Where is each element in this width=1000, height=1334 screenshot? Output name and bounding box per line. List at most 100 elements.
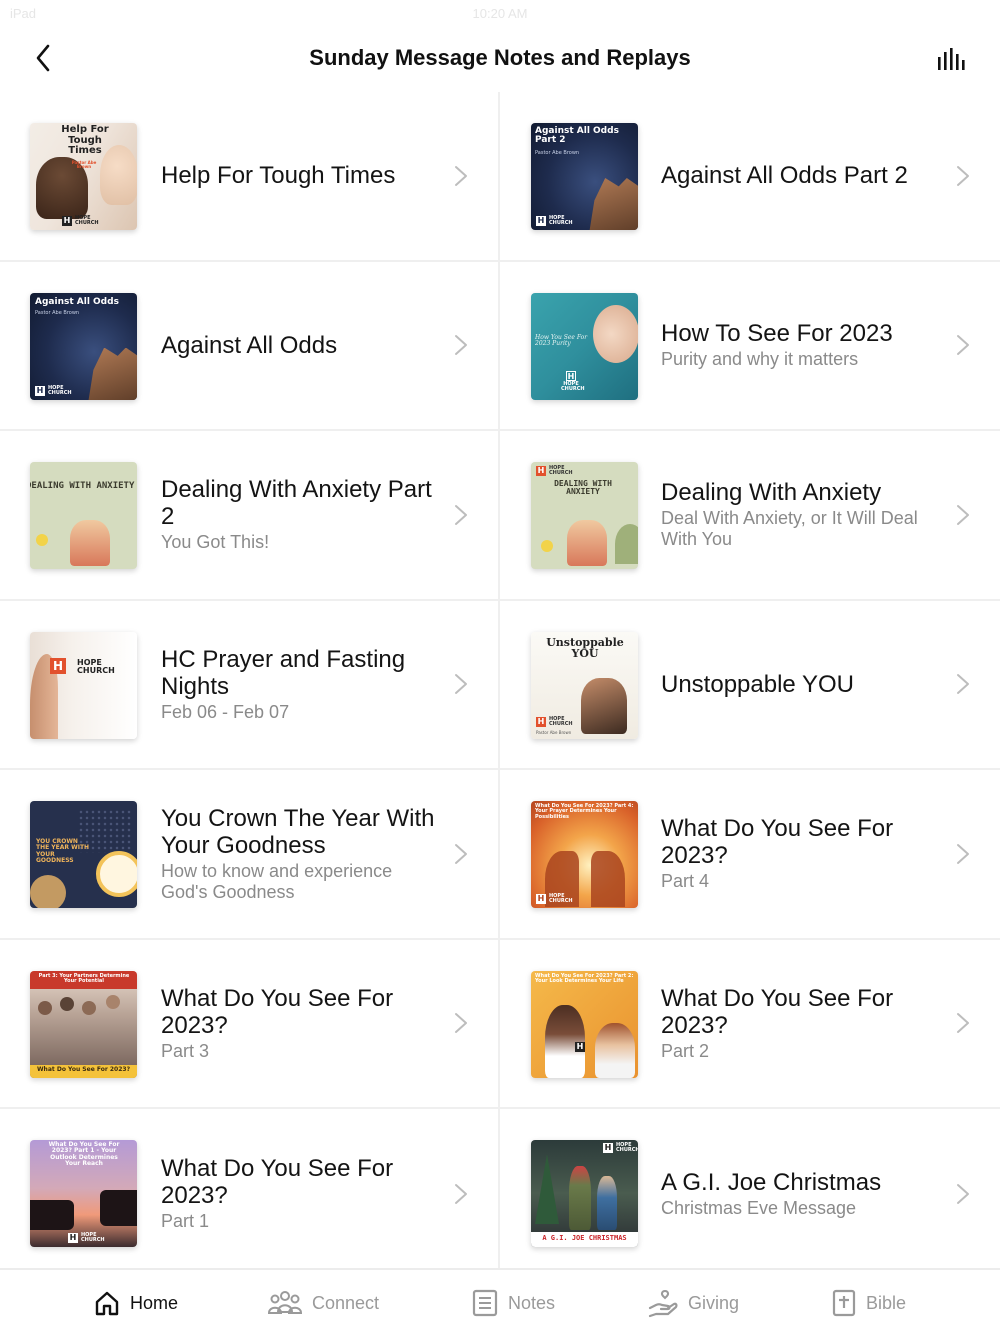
hope-church-logo: H HOPE CHURCH bbox=[536, 215, 573, 226]
hope-church-logo: H HOPE CHURCH bbox=[35, 384, 72, 396]
message-text: What Do You See For 2023? Part 1 bbox=[161, 1109, 438, 1279]
message-thumbnail: What Do You See For 2023? Part 1 - Your … bbox=[30, 1140, 137, 1247]
message-thumbnail: YOU CROWN THE YEAR WITH YOUR GOODNESS bbox=[30, 801, 137, 908]
message-grid: Help For Tough Times Pastor Abe Brown H … bbox=[0, 92, 1000, 1279]
message-subtitle: Part 4 bbox=[661, 871, 710, 892]
chevron-right-icon bbox=[455, 674, 467, 695]
message-card-how-to-see-for-2023[interactable]: How You See For 2023 Purity H HOPE CHURC… bbox=[500, 262, 1000, 431]
message-card-what-do-you-see-part-3[interactable]: Part 3: Your Partners Determine Your Pot… bbox=[0, 939, 500, 1109]
thumbnail-text: YOU CROWN THE YEAR WITH YOUR GOODNESS bbox=[36, 838, 90, 864]
message-card-what-do-you-see-part-4[interactable]: What Do You See For 2023? Part 4: Your P… bbox=[500, 770, 1000, 940]
chevron-right-icon bbox=[455, 504, 467, 525]
hope-church-logo: H HOPE CHURCH bbox=[536, 893, 573, 904]
message-title: What Do You See For 2023? bbox=[161, 984, 394, 1039]
message-thumbnail: Part 3: Your Partners Determine Your Pot… bbox=[30, 970, 137, 1078]
message-card-dealing-with-anxiety[interactable]: H HOPE CHURCH DEALING WITH ANXIETY Deali… bbox=[500, 431, 1000, 601]
hope-church-logo: H HOPE CHURCH bbox=[536, 465, 573, 476]
thumbnail-text: Help For Tough Times bbox=[61, 124, 109, 156]
chevron-right-icon bbox=[455, 165, 467, 186]
chevron-right-icon bbox=[957, 335, 969, 356]
message-subtitle: Part 2 bbox=[661, 1040, 710, 1061]
chevron-right-icon bbox=[455, 1183, 467, 1204]
hope-church-logo: H HOPE CHURCH bbox=[536, 715, 573, 727]
hope-church-logo: H HOPE CHURCH bbox=[603, 1142, 638, 1153]
message-thumbnail: What Do You See For 2023? Part 2: Your L… bbox=[531, 970, 638, 1078]
message-subtitle: Deal With Anxiety, or It Will Deal With … bbox=[661, 508, 918, 550]
message-thumbnail: Against All Odds Part 2 Pastor Abe Brown… bbox=[531, 123, 638, 230]
message-title: Dealing With Anxiety Part 2 bbox=[161, 476, 432, 531]
tab-connect[interactable]: Connect bbox=[268, 1270, 379, 1334]
chevron-right-icon bbox=[957, 165, 969, 186]
message-title: What Do You See For 2023? bbox=[661, 815, 894, 870]
people-icon bbox=[268, 1291, 302, 1314]
message-thumbnail: Unstoppable YOU H HOPE CHURCH Pastor Abe… bbox=[531, 631, 638, 739]
chevron-right-icon bbox=[455, 335, 467, 356]
thumbnail-text: Unstoppable YOU bbox=[546, 635, 624, 661]
message-subtitle: Purity and why it matters bbox=[661, 349, 859, 370]
tab-home[interactable]: Home bbox=[94, 1270, 178, 1334]
message-thumbnail: Help For Tough Times Pastor Abe Brown H … bbox=[30, 123, 137, 230]
message-thumbnail: H HOPE CHURCH bbox=[30, 631, 137, 739]
audio-bars-icon bbox=[938, 48, 965, 70]
message-text: Against All Odds bbox=[161, 262, 438, 430]
message-subtitle: Christmas Eve Message bbox=[661, 1197, 857, 1218]
message-card-help-for-tough-times[interactable]: Help For Tough Times Pastor Abe Brown H … bbox=[0, 92, 500, 262]
thumbnail-text: DEALING WITH ANXIETY bbox=[554, 479, 612, 497]
audio-bars-button[interactable] bbox=[936, 44, 970, 74]
message-card-hc-prayer-and-fasting-nights[interactable]: H HOPE CHURCH HC Prayer and Fasting Nigh… bbox=[0, 600, 500, 770]
message-title: What Do You See For 2023? bbox=[161, 1155, 394, 1210]
tab-giving[interactable]: Giving bbox=[648, 1270, 739, 1334]
message-subtitle: Part 1 bbox=[161, 1211, 210, 1232]
thumbnail-pastor: Pastor Abe Brown bbox=[535, 150, 580, 156]
thumbnail-text: What Do You See For 2023? Part 2: Your L… bbox=[535, 972, 634, 984]
message-card-against-all-odds[interactable]: Against All Odds Pastor Abe Brown H HOPE… bbox=[0, 261, 500, 431]
thumbnail-pastor: Pastor Abe Brown bbox=[35, 309, 80, 316]
message-title: You Crown The Year With Your Goodness bbox=[161, 804, 435, 859]
message-text: Help For Tough Times bbox=[161, 92, 438, 260]
status-bar: iPad 10:20 AM bbox=[0, 0, 1000, 28]
hope-church-logo: H HOPE CHURCH bbox=[561, 370, 585, 392]
message-text: How To See For 2023 Purity and why it ma… bbox=[661, 262, 940, 430]
thumbnail-text: How You See For 2023 Purity bbox=[535, 333, 588, 347]
message-title: A G.I. Joe Christmas bbox=[661, 1168, 882, 1196]
message-text: Dealing With Anxiety Part 2 You Got This… bbox=[161, 431, 438, 599]
home-icon bbox=[95, 1291, 119, 1316]
message-text: HC Prayer and Fasting Nights Feb 06 - Fe… bbox=[161, 601, 438, 769]
hope-church-logo: H HOPE CHURCH bbox=[68, 1232, 105, 1243]
message-text: What Do You See For 2023? Part 3 bbox=[161, 940, 438, 1108]
bible-icon bbox=[832, 1289, 856, 1317]
message-card-dealing-with-anxiety-part-2[interactable]: DEALING WITH ANXIETY Dealing With Anxiet… bbox=[0, 431, 500, 601]
thumbnail-pastor: Pastor Abe Brown bbox=[71, 160, 97, 170]
message-card-what-do-you-see-part-1[interactable]: What Do You See For 2023? Part 1 - Your … bbox=[0, 1109, 500, 1279]
thumbnail-pastor: Pastor Abe Brown bbox=[536, 730, 572, 736]
message-card-gi-joe-christmas[interactable]: H HOPE CHURCH A G.I. JOE CHRISTMAS A G.I… bbox=[500, 1109, 1000, 1279]
thumbnail-text: Against All Odds bbox=[35, 296, 119, 307]
tab-bible[interactable]: Bible bbox=[832, 1270, 906, 1334]
message-text: Against All Odds Part 2 bbox=[661, 92, 940, 260]
message-text: Dealing With Anxiety Deal With Anxiety, … bbox=[661, 431, 940, 599]
message-text: A G.I. Joe Christmas Christmas Eve Messa… bbox=[661, 1109, 940, 1279]
message-subtitle: How to know and experience God's Goodnes… bbox=[161, 860, 393, 902]
message-card-unstoppable-you[interactable]: Unstoppable YOU H HOPE CHURCH Pastor Abe… bbox=[500, 601, 1000, 770]
thumbnail-text: Against All Odds Part 2 bbox=[535, 126, 619, 146]
message-thumbnail: DEALING WITH ANXIETY bbox=[30, 462, 137, 569]
message-card-what-do-you-see-part-2[interactable]: What Do You See For 2023? Part 2: Your L… bbox=[500, 940, 1000, 1109]
message-title: Against All Odds bbox=[161, 331, 338, 359]
message-title: HC Prayer and Fasting Nights bbox=[161, 645, 406, 700]
thumbnail-text: Part 3: Your Partners Determine Your Pot… bbox=[38, 972, 130, 984]
tab-notes[interactable]: Notes bbox=[472, 1270, 555, 1334]
message-title: Unstoppable YOU bbox=[661, 670, 855, 698]
notes-icon bbox=[472, 1289, 498, 1317]
message-card-against-all-odds-part-2[interactable]: Against All Odds Part 2 Pastor Abe Brown… bbox=[500, 92, 1000, 262]
message-card-you-crown-the-year[interactable]: YOU CROWN THE YEAR WITH YOUR GOODNESS Yo… bbox=[0, 770, 500, 940]
message-subtitle: Feb 06 - Feb 07 bbox=[161, 701, 290, 722]
thumbnail-text: What Do You See For 2023? Part 4: Your P… bbox=[535, 803, 634, 820]
message-text: What Do You See For 2023? Part 2 bbox=[661, 940, 940, 1108]
message-thumbnail: How You See For 2023 Purity H HOPE CHURC… bbox=[531, 292, 638, 400]
status-time: 10:20 AM bbox=[472, 6, 528, 21]
message-title: Against All Odds Part 2 bbox=[661, 162, 908, 190]
chevron-right-icon bbox=[957, 504, 969, 525]
hope-church-logo: H bbox=[50, 657, 66, 674]
message-thumbnail: Against All Odds Pastor Abe Brown H HOPE… bbox=[30, 292, 137, 400]
navigation-bar: Sunday Message Notes and Replays bbox=[0, 28, 1000, 90]
